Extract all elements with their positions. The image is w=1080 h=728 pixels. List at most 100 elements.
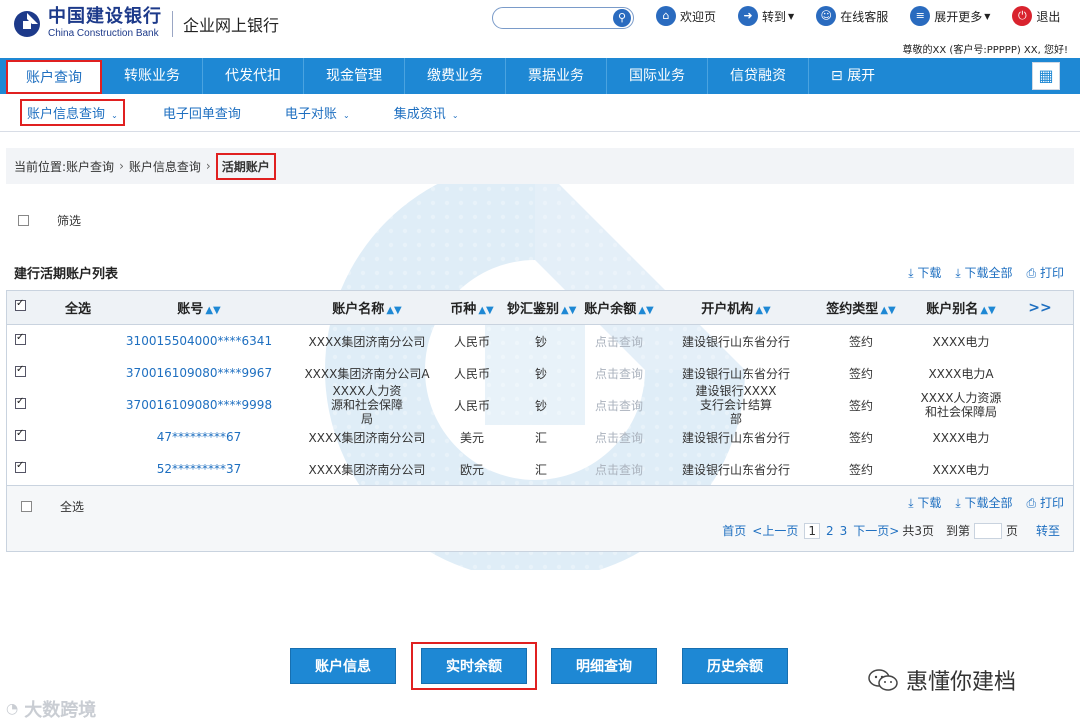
sub-item-e-reconcile[interactable]: 电子对账 ⌄ [285,103,350,122]
column-header-name[interactable]: 账户名称 ▲▼ [297,298,437,317]
corner-brand-label: 大数跨境 [24,700,97,721]
prev-page-link[interactable]: <上一页 [752,522,798,539]
account-number-link[interactable]: 47*********67 [101,430,297,444]
account-number-link[interactable]: 52*********37 [101,462,297,476]
row-checkbox[interactable] [15,428,26,441]
row-checkbox[interactable] [15,460,26,473]
page-link[interactable]: 3 [840,524,848,538]
nav-item-cash-management[interactable]: 现金管理 [304,58,404,94]
filter-checkbox[interactable] [18,215,29,226]
logo-divider [172,10,173,37]
nav-item-payments[interactable]: 缴费业务 [405,58,505,94]
balance-query-link[interactable]: 点击查询 [575,333,663,350]
nav-item-payroll[interactable]: 代发代扣 [203,58,303,94]
history-balance-button[interactable]: 历史余额 [682,648,788,684]
more-columns-icon[interactable]: >> [1009,300,1071,316]
nav-expand-label: 展开 [847,68,876,84]
search-icon[interactable]: ⚲ [613,9,631,27]
sign-type: 签约 [848,398,873,413]
sub-item-account-info[interactable]: 账户信息查询 ⌄ [20,99,125,126]
row-select-cell [7,460,33,476]
sort-icon: ▲▼ [205,305,221,316]
logout-label: 退出 [1036,9,1061,24]
nav-item-bills[interactable]: 票据业务 [506,58,606,94]
balance-query-link[interactable]: 点击查询 [575,397,663,414]
bank-logo[interactable]: 中国建设银行 China Construction Bank 企业网上银行 [12,8,279,39]
nav-item-transfer[interactable]: 转账业务 [102,58,202,94]
account-name: XXXX集团济南分公司 [308,430,426,445]
footer-select-all-checkbox[interactable] [21,501,32,512]
column-header-account[interactable]: 账号 ▲▼ [101,298,297,317]
account-alias: XXXX电力A [928,366,994,381]
table-actions-bottom: ⤓ 下载 ⤓ 下载全部 ⎙ 打印 [894,494,1064,511]
row-checkbox[interactable] [15,332,26,345]
home-link[interactable]: ⌂ 欢迎页 [656,6,716,26]
sort-icon: ▲▼ [638,305,654,316]
pagination: 首页 <上一页 1 2 3 下一页> 共3页 到第 页 转至 [719,522,1063,539]
sub-item-integrated-info[interactable]: 集成资讯 ⌄ [394,103,459,122]
balance-query-link[interactable]: 点击查询 [575,429,663,446]
search-input[interactable]: ⚲ [492,7,634,29]
goto-menu[interactable]: ➜ 转到 ▼ [738,6,794,26]
column-header-balance[interactable]: 账户余额 ▲▼ [575,298,663,317]
goto-page-input[interactable] [973,522,1002,539]
nav-item-account-query[interactable]: 账户查询 [6,60,102,94]
sign-type: 签约 [848,334,873,349]
balance-query-link[interactable]: 点击查询 [575,461,663,478]
branch: 建设银行山东省分行 [681,366,790,381]
column-header-cash-type[interactable]: 钞汇鉴别 ▲▼ [507,298,576,317]
detail-query-button[interactable]: 明细查询 [551,648,657,684]
download-all-button[interactable]: ⤓ 下载全部 [955,264,1012,281]
balance-query-link[interactable]: 点击查询 [575,365,663,382]
download-all-button[interactable]: ⤓ 下载全部 [955,494,1012,511]
online-service-label: 在线客服 [840,9,889,24]
sub-item-e-receipt[interactable]: 电子回单查询 [163,103,241,122]
user-greeting: 尊敬的XX (客户号:PPPPP) XX, 您好! [902,45,1068,56]
column-header-alias[interactable]: 账户别名 ▲▼ [913,298,1009,317]
column-header-branch[interactable]: 开户机构 ▲▼ [663,298,809,317]
goto-button[interactable]: 转至 [1036,522,1060,539]
wechat-brand: 惠懂你建档 [868,664,1016,696]
row-select-cell [7,364,33,380]
download-button[interactable]: ⤓ 下载 [908,264,941,281]
current-page: 1 [804,522,820,539]
realtime-balance-button[interactable]: 实时余额 [421,648,527,684]
download-icon: ⤓ [908,266,914,280]
breadcrumb-item[interactable]: 账户信息查询 [129,158,201,175]
nav-item-international[interactable]: 国际业务 [607,58,707,94]
branch: 建设银行XXXX支行会计结算部 [695,384,777,426]
column-header-currency[interactable]: 币种 ▲▼ [437,298,507,317]
download-button[interactable]: ⤓ 下载 [908,494,941,511]
column-header-label: 账号 [177,302,204,317]
logout-link[interactable]: ⏻ 退出 [1012,6,1060,26]
chevron-down-icon: ⌄ [111,111,118,120]
expand-more-menu[interactable]: ≡ 展开更多 ▼ [910,6,990,26]
print-button[interactable]: ⎙ 打印 [1027,264,1064,281]
top-links: ⌂ 欢迎页 ➜ 转到 ▼ ☺ 在线客服 ≡ 展开更多 ▼ ⏻ 退出 [656,6,1060,26]
row-checkbox[interactable] [15,396,26,409]
column-header-label: 账户别名 [926,302,979,317]
row-checkbox[interactable] [15,364,26,377]
nav-item-credit[interactable]: 信贷融资 [708,58,808,94]
select-all-checkbox[interactable] [15,298,26,311]
print-label: 打印 [1039,496,1064,510]
online-service-link[interactable]: ☺ 在线客服 [816,6,888,26]
cash-type: 钞 [534,334,547,349]
page-link[interactable]: 2 [826,524,834,538]
account-number-link[interactable]: 370016109080****9967 [101,366,297,380]
print-button[interactable]: ⎙ 打印 [1027,494,1064,511]
sub-nav: 账户信息查询 ⌄ 电子回单查询 电子对账 ⌄ 集成资讯 ⌄ [0,94,1080,132]
grid-menu-icon[interactable]: ▦ [1032,62,1060,90]
next-page-link[interactable]: 下一页> [853,522,899,539]
account-alias: XXXX电力 [932,334,990,349]
account-info-button[interactable]: 账户信息 [290,648,396,684]
column-header-sign-type[interactable]: 签约类型 ▲▼ [809,298,913,317]
first-page-link[interactable]: 首页 [722,522,746,539]
account-number-link[interactable]: 310015504000****6341 [101,334,297,348]
goto-prefix: 到第 [945,524,970,538]
account-number-link[interactable]: 370016109080****9998 [101,398,297,412]
nav-expand-button[interactable]: ⊟ 展开 [809,58,897,94]
sub-item-integrated-info-label: 集成资讯 [393,107,446,122]
breadcrumb-item[interactable]: 账户查询 [66,158,114,175]
corner-brand-watermark: ◔ 大数跨境 [6,696,96,722]
